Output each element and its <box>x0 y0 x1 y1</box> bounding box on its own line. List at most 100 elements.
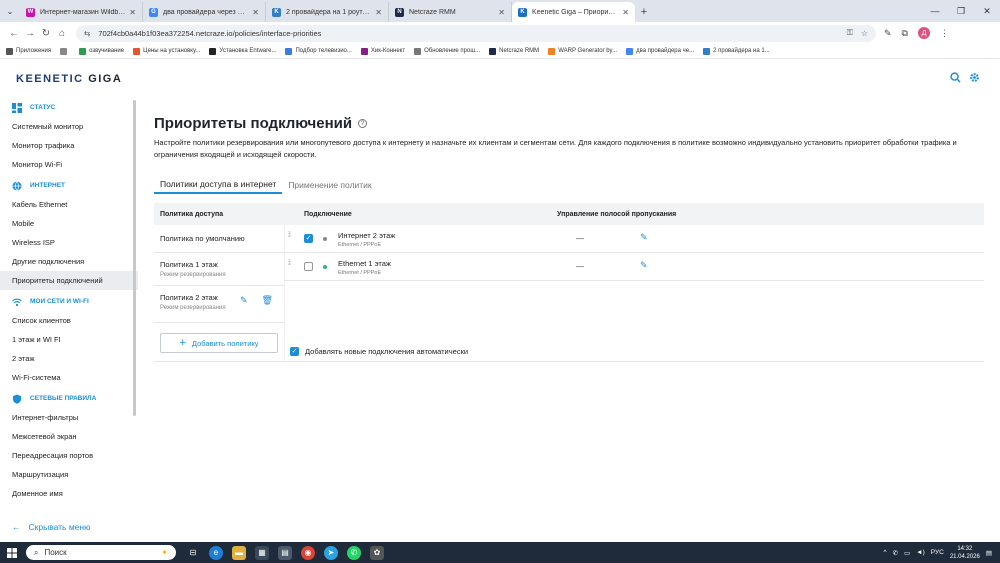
tab-close-icon[interactable]: ✕ <box>498 8 505 17</box>
url-field[interactable]: ⇆ 702f4cb0a44b1f03ea372254.netcraze.io/p… <box>76 24 876 42</box>
page-tab[interactable]: Применение политик <box>282 176 377 194</box>
sidebar-item[interactable]: Доменное имя <box>0 484 138 503</box>
sidebar-item[interactable]: Другие подключения <box>0 252 138 271</box>
sidebar-item[interactable]: Межсетевой экран <box>0 427 138 446</box>
sidebar-item[interactable]: Маршрутизация <box>0 465 138 484</box>
sidebar-item[interactable]: Монитор Wi-Fi <box>0 155 138 174</box>
sidebar-section[interactable]: СЕТЕВЫЕ ПРАВИЛА <box>0 389 138 408</box>
gear-icon[interactable] <box>969 72 980 86</box>
bookmark-item[interactable]: Цены на установку... <box>133 47 200 55</box>
policy-row[interactable]: Политика 2 этаж Режим резервирования ✎ 🗑 <box>154 286 284 323</box>
bookmark-item[interactable]: Подбор телевизио... <box>285 47 352 55</box>
policy-row[interactable]: Политика 1 этаж Режим резервирования <box>154 253 284 286</box>
tab-close-icon[interactable]: ✕ <box>252 8 259 17</box>
file-explorer-icon[interactable]: ▬ <box>232 545 246 560</box>
drag-handle-icon[interactable]: ⁞⁞ <box>288 232 294 244</box>
delete-policy-icon[interactable]: 🗑 <box>262 295 273 306</box>
edge-icon[interactable]: e <box>209 545 223 560</box>
tab-search-icon[interactable]: ⌄ <box>0 0 20 22</box>
sidebar-section[interactable]: ИНТЕРНЕТ <box>0 176 138 195</box>
drag-handle-icon[interactable]: ⁞⁞ <box>288 260 294 272</box>
bookmark-item[interactable]: озвучивание <box>79 47 124 55</box>
page-tab[interactable]: Политики доступа в интернет <box>154 176 283 194</box>
profile-avatar[interactable]: Д <box>917 27 930 39</box>
sidebar-section[interactable]: СТАТУС <box>0 98 138 117</box>
bookmark-item[interactable]: 2 провайдера на 1... <box>703 47 770 55</box>
sidebar-section[interactable]: МОИ СЕТИ И WI-FI <box>0 292 138 311</box>
edit-bandwidth-icon[interactable]: ✎ <box>640 260 648 271</box>
hide-menu-button[interactable]: ← Скрывать меню <box>12 522 90 532</box>
browser-tab[interactable]: K Keenetic Giga – Приоритеты п...✕ <box>512 2 635 22</box>
connection-checkbox[interactable] <box>304 262 313 271</box>
calculator-icon[interactable]: ▤ <box>278 545 292 560</box>
password-key-icon[interactable]: ⚿ <box>847 28 853 38</box>
add-policy-button[interactable]: + Добавить политику <box>160 333 278 353</box>
sidebar-item[interactable]: Монитор трафика <box>0 136 138 155</box>
tray-chevron-icon[interactable]: ^ <box>884 549 887 556</box>
keenetic-logo[interactable]: KEENETIC GIGA <box>16 73 122 85</box>
bookmark-item[interactable]: Приложения <box>6 47 51 55</box>
new-tab-button[interactable]: + <box>635 2 653 22</box>
sidebar-item[interactable]: Mobile <box>0 214 138 233</box>
connection-checkbox[interactable]: ✓ <box>304 234 313 243</box>
network-icon[interactable]: ▭ <box>904 549 910 557</box>
sidebar-item[interactable]: Wi-Fi-система <box>0 368 138 387</box>
language-indicator[interactable]: РУС <box>931 549 944 556</box>
bookmark-item[interactable]: Установка Entware... <box>209 47 276 55</box>
menu-dots-icon[interactable]: ⋮ <box>940 28 949 39</box>
back-icon[interactable]: ← <box>6 28 22 39</box>
reload-icon[interactable]: ↻ <box>38 28 54 39</box>
app-icon[interactable]: ✿ <box>370 545 384 560</box>
sidebar-item[interactable]: Список клиентов <box>0 311 138 330</box>
home-icon[interactable]: ⌂ <box>54 28 70 39</box>
help-icon[interactable]: ? <box>358 119 368 128</box>
windows-start-icon[interactable] <box>0 547 24 558</box>
browser-tab[interactable]: N Netcraze RMM ✕ <box>389 2 512 22</box>
task-view-icon[interactable]: ⊟ <box>186 546 200 560</box>
minimize-icon[interactable]: — <box>922 0 948 22</box>
bookmark-item[interactable]: Обновление прош... <box>414 47 480 55</box>
bookmark-item[interactable]: два провайдера че... <box>626 47 694 55</box>
close-window-icon[interactable]: ✕ <box>974 0 1000 22</box>
sidebar-item[interactable]: Интернет-фильтры <box>0 408 138 427</box>
sidebar-item[interactable]: Системный монитор <box>0 117 138 136</box>
sidebar-item[interactable]: Wireless ISP <box>0 233 138 252</box>
sidebar-item[interactable]: Переадресация портов <box>0 446 138 465</box>
extension-icon[interactable]: ✎ <box>884 28 892 39</box>
browser-tab[interactable]: K 2 провайдера на 1 роутере - ... ✕ <box>266 2 389 22</box>
sidebar-item[interactable]: Приоритеты подключений <box>0 271 138 290</box>
taskbar-search[interactable]: ⌕ Поиск ✦ <box>26 545 176 560</box>
maximize-icon[interactable]: ❐ <box>948 0 974 22</box>
tab-close-icon[interactable]: ✕ <box>622 8 629 17</box>
sidebar-scrollbar[interactable] <box>133 100 136 416</box>
telegram-icon[interactable]: ➤ <box>324 545 338 560</box>
forward-icon[interactable]: → <box>22 28 38 39</box>
whatsapp-icon[interactable]: ✆ <box>347 545 361 560</box>
extensions-puzzle-icon[interactable]: ⧉ <box>902 28 908 39</box>
bookmark-item[interactable] <box>60 47 70 55</box>
edit-policy-icon[interactable]: ✎ <box>240 295 248 306</box>
whatsapp-tray-icon[interactable]: ✆ <box>893 549 898 557</box>
auto-add-checkbox[interactable]: ✓ <box>290 347 299 356</box>
volume-icon[interactable]: ◄) <box>916 549 925 556</box>
bookmark-item[interactable]: Хик-Коннект <box>360 47 405 55</box>
tab-close-icon[interactable]: ✕ <box>375 8 382 17</box>
tab-close-icon[interactable]: ✕ <box>129 8 136 17</box>
sidebar-item[interactable]: 2 этаж <box>0 349 138 368</box>
site-info-icon[interactable]: ⇆ <box>84 29 90 38</box>
clock[interactable]: 14:32 21.04.2026 <box>950 545 980 561</box>
policy-row[interactable]: Политика по умолчанию <box>154 225 284 253</box>
chrome-icon[interactable]: ◉ <box>301 545 315 560</box>
bookmark-star-icon[interactable]: ☆ <box>861 29 868 38</box>
search-icon[interactable] <box>950 72 961 86</box>
sidebar-item[interactable]: 1 этаж и WI FI <box>0 330 138 349</box>
bookmark-item[interactable]: Netcraze RMM <box>489 47 539 55</box>
sidebar-item[interactable]: Кабель Ethernet <box>0 195 138 214</box>
notification-icon[interactable]: ▤ <box>986 549 992 557</box>
auto-add-option[interactable]: ✓ Добавлять новые подключения автоматичес… <box>290 347 468 356</box>
store-icon[interactable]: ▦ <box>255 545 269 560</box>
browser-tab[interactable]: Gдва провайдера через один р... ✕ <box>143 2 266 22</box>
bookmark-item[interactable]: WARP Generator by... <box>548 47 617 55</box>
browser-tab[interactable]: W Интернет-магазин Wildberries ✕ <box>20 2 143 22</box>
edit-bandwidth-icon[interactable]: ✎ <box>640 232 648 243</box>
